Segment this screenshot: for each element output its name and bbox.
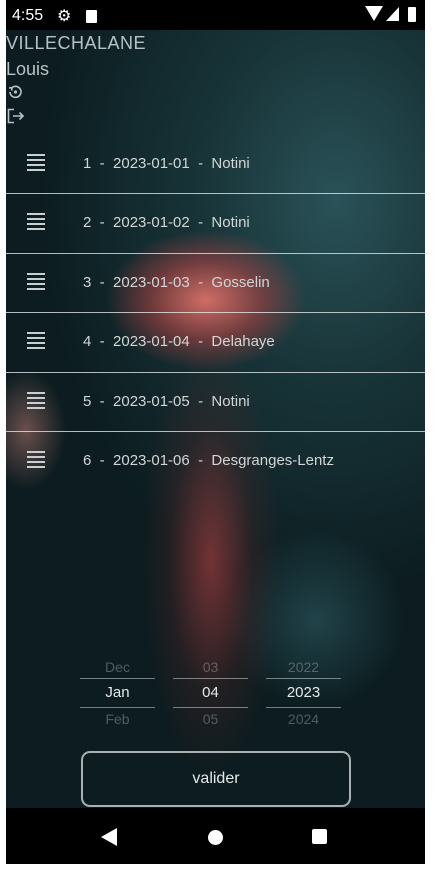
year-prev[interactable]: 2022 (266, 656, 341, 678)
logout-icon[interactable] (7, 108, 25, 124)
list-item[interactable]: 4 - 2023-01-04 - Delahaye (6, 312, 425, 371)
list-item-text: 4 - 2023-01-04 - Delahaye (83, 333, 275, 350)
list-item[interactable]: 5 - 2023-01-05 - Notini (6, 372, 425, 431)
sd-card-icon (86, 10, 97, 23)
status-time: 4:55 (12, 7, 44, 24)
drag-handle-icon[interactable] (27, 273, 45, 291)
list-item-text: 2 - 2023-01-02 - Notini (83, 214, 250, 231)
wifi-icon (365, 6, 383, 21)
user-name: Louis (6, 59, 50, 79)
gear-icon: ⚙ (57, 8, 72, 25)
restore-icon[interactable] (7, 84, 23, 100)
list-item-text: 5 - 2023-01-05 - Notini (83, 393, 250, 410)
year-next[interactable]: 2024 (266, 708, 341, 730)
year-current[interactable]: 2023 (266, 678, 341, 708)
drag-handle-icon[interactable] (27, 451, 45, 469)
month-prev[interactable]: Dec (80, 656, 155, 678)
list-item[interactable]: 2 - 2023-01-02 - Notini (6, 193, 425, 252)
year-picker[interactable]: 2022 2023 2024 (266, 656, 341, 730)
day-picker[interactable]: 03 04 05 (173, 656, 248, 730)
navigation-bar (6, 808, 425, 864)
recents-icon[interactable] (312, 829, 327, 844)
list-item-text: 3 - 2023-01-03 - Gosselin (83, 274, 270, 291)
home-icon[interactable] (208, 830, 223, 845)
drag-handle-icon[interactable] (27, 213, 45, 231)
list-item[interactable]: 6 - 2023-01-06 - Desgranges-Lentz (6, 431, 425, 490)
month-next[interactable]: Feb (80, 708, 155, 730)
drag-handle-icon[interactable] (27, 332, 45, 350)
drag-handle-icon[interactable] (27, 392, 45, 410)
valider-button[interactable]: valider (81, 751, 351, 807)
list-item[interactable]: 3 - 2023-01-03 - Gosselin (6, 253, 425, 312)
list-item-text: 1 - 2023-01-01 - Notini (83, 155, 250, 172)
back-icon[interactable] (101, 828, 117, 846)
day-current[interactable]: 04 (173, 678, 248, 708)
day-next[interactable]: 05 (173, 708, 248, 730)
app-screen: 4:55 ⚙ VILLECHALANE Louis 1 - 2023-01-01… (6, 0, 425, 864)
drag-handle-icon[interactable] (27, 154, 45, 172)
list-item[interactable]: 1 - 2023-01-01 - Notini (6, 134, 425, 193)
list-item-text: 6 - 2023-01-06 - Desgranges-Lentz (83, 452, 334, 469)
month-current[interactable]: Jan (80, 678, 155, 708)
signal-icon (386, 7, 399, 21)
status-bar: 4:55 ⚙ (6, 0, 425, 30)
phone-frame: 4:55 ⚙ VILLECHALANE Louis 1 - 2023-01-01… (0, 0, 441, 874)
day-prev[interactable]: 03 (173, 656, 248, 678)
app-title: VILLECHALANE (6, 33, 147, 53)
month-picker[interactable]: Dec Jan Feb (80, 656, 155, 730)
battery-icon (408, 7, 416, 22)
